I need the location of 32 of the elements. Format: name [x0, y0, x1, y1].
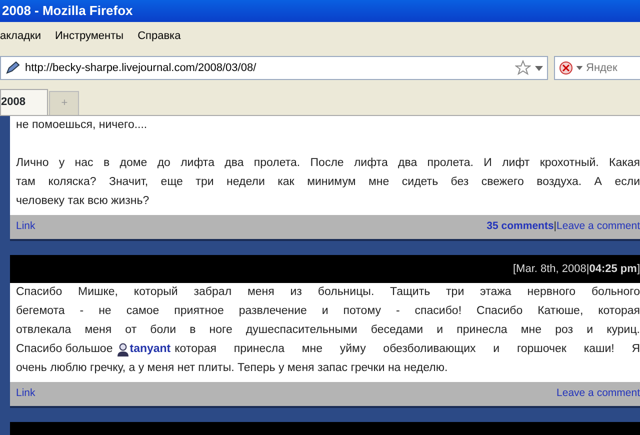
post-date: [Mar. 8th, 2008|04:25 pm] — [512, 262, 640, 276]
permalink[interactable]: Link — [16, 386, 36, 402]
leave-comment-link[interactable]: Leave a comment — [556, 219, 640, 235]
post-text-line: Спасибо Мишке, который забрал меня из больницы. Тащить три этажа нервного больного — [16, 285, 640, 300]
address-field[interactable]: http://becky-sharpe.livejournal.com/2008/03/08/ — [25, 60, 511, 76]
post-text-line: отвлекала меня от боли в ноге душеспасительными беседами и принесла мне роз и куриц. — [16, 323, 640, 338]
pencil-icon — [5, 60, 21, 76]
search-bar[interactable]: Яндек — [554, 56, 640, 80]
permalink[interactable]: Link — [16, 219, 36, 235]
post-text: которая принесла мне уйму обезболивающих и горшочек каши! Я — [174, 342, 640, 357]
post-text-line: там коляска? Значит, еще три недели как минимум мне сидеть без свежего воздуха. А если — [16, 175, 640, 190]
search-engine-icon — [559, 61, 573, 75]
menu-item[interactable]: Справка — [138, 28, 181, 44]
post-text: Спасибо большое — [16, 342, 113, 357]
post-text-line: не помоешься, ничего.... — [16, 118, 148, 133]
leave-comment-link[interactable]: Leave a comment — [556, 386, 640, 402]
tab[interactable]: 2008 — [0, 89, 48, 115]
star-icon[interactable] — [515, 60, 531, 76]
post-text-line: Лично у нас в доме до лифта два пролета. После лифта два пролета. И лифт крохотный. Какая — [16, 156, 640, 171]
post-text-line: человеку так всю жизнь? — [16, 194, 150, 209]
menu-item[interactable]: Инструменты — [54, 28, 124, 44]
caret-icon[interactable] — [535, 66, 543, 70]
window-title: 2008 - Mozilla Firefox — [2, 2, 133, 20]
post-text-line: очень люблю гречку, а у меня нет плиты. Теперь у меня запас гречки на неделю. — [16, 361, 449, 376]
user-icon — [116, 342, 129, 356]
user-link[interactable]: tanyant — [116, 340, 171, 359]
menu-item[interactable]: акладки — [0, 28, 41, 44]
address-bar[interactable]: http://becky-sharpe.livejournal.com/2008/03/08/ — [0, 56, 548, 80]
comments-link[interactable]: 35 comments — [486, 219, 554, 235]
caret-icon[interactable] — [576, 66, 583, 70]
separator: | — [554, 219, 557, 234]
post-text-line: бегемота - не самое приятное развлечение и потому - спасибо! Спасибо Катюше, которая — [16, 304, 640, 319]
